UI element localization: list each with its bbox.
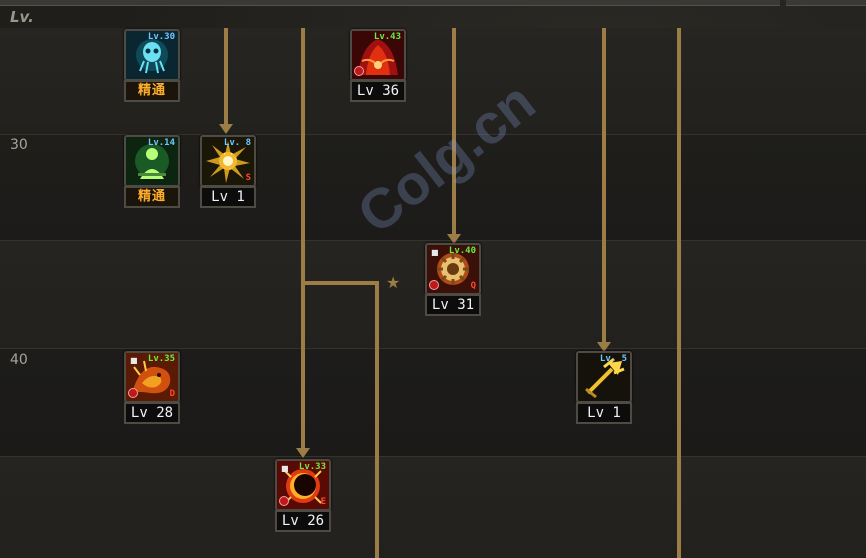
requirement-marker-icon <box>354 66 364 76</box>
red-flame-icon[interactable]: Lv.43 <box>350 29 406 81</box>
lock-icon: ■ <box>130 356 138 365</box>
skill-level-tag: Lv.30 <box>147 32 175 42</box>
skill-link-arrow <box>296 448 310 458</box>
skill-mastery-label: 精通 <box>124 186 180 208</box>
link-star-icon: ★ <box>386 273 401 292</box>
row-level-label-30: 30 <box>10 137 28 153</box>
requirement-marker-icon <box>128 388 138 398</box>
skill-link-line <box>602 28 606 342</box>
skill-link-line <box>375 281 379 558</box>
skill-level-tag: Lv. 5 <box>599 354 627 364</box>
skill-level-caption: Lv 36 <box>350 80 406 102</box>
skill-slot[interactable]: Lv. 8 S Lv 1 <box>200 135 256 208</box>
cogwheel-icon[interactable]: ■ Lv.40 Q <box>425 243 481 295</box>
skill-link-arrow <box>219 124 233 134</box>
skill-slot[interactable]: ■ Lv.40 Q Lv 31 <box>425 243 481 316</box>
row-divider <box>0 456 866 457</box>
skill-link-line <box>677 28 681 558</box>
tree-row-band <box>0 456 866 558</box>
skill-hotkey: Q <box>470 281 476 291</box>
fire-dragon-icon[interactable]: ■ Lv.35 D <box>124 351 180 403</box>
skill-level-caption: Lv 28 <box>124 402 180 424</box>
level-column-header: Lv. <box>10 8 34 26</box>
skill-tree-panel: Lv. 30 40 ★ Lv.30 精通 Lv.14 精通 Lv. 8 S Lv… <box>0 0 866 558</box>
skill-slot[interactable]: Lv.14 精通 <box>124 135 180 208</box>
skill-mastery-label: 精通 <box>124 80 180 102</box>
skill-slot[interactable]: Lv.43 Lv 36 <box>350 29 406 102</box>
skill-level-tag: Lv.35 <box>147 354 175 364</box>
skill-level-tag: Lv.43 <box>373 32 401 42</box>
skill-level-tag: Lv.14 <box>147 138 175 148</box>
skill-level-tag: Lv.33 <box>298 462 326 472</box>
requirement-marker-icon <box>429 280 439 290</box>
skill-level-caption: Lv 31 <box>425 294 481 316</box>
skill-link-line <box>301 28 305 448</box>
skill-hotkey: D <box>169 389 175 399</box>
top-frame-button[interactable] <box>786 0 866 6</box>
blue-ghost-icon[interactable]: Lv.30 <box>124 29 180 81</box>
green-silhouette-icon[interactable]: Lv.14 <box>124 135 180 187</box>
golden-burst-icon[interactable]: Lv. 8 S <box>200 135 256 187</box>
lock-icon: ■ <box>281 464 289 473</box>
skill-slot[interactable]: Lv. 5 Lv 1 <box>576 351 632 424</box>
row-level-label-40: 40 <box>10 352 28 368</box>
skill-link-line <box>224 28 228 124</box>
row-divider <box>0 240 866 241</box>
skill-level-tag: Lv. 8 <box>223 138 251 148</box>
skill-link-line <box>301 281 379 285</box>
skill-hotkey: E <box>320 497 326 507</box>
top-frame-bar <box>0 0 780 6</box>
lock-icon: ■ <box>431 248 439 257</box>
skill-level-caption: Lv 1 <box>200 186 256 208</box>
skill-slot[interactable]: Lv.30 精通 <box>124 29 180 102</box>
skill-slot[interactable]: ■ Lv.35 D Lv 28 <box>124 351 180 424</box>
row-divider <box>0 348 866 349</box>
skill-slot[interactable]: ■ Lv.33 E Lv 26 <box>275 459 331 532</box>
golden-trident-icon[interactable]: Lv. 5 <box>576 351 632 403</box>
skill-level-caption: Lv 1 <box>576 402 632 424</box>
skill-level-tag: Lv.40 <box>448 246 476 256</box>
skill-hotkey: S <box>245 173 251 183</box>
skill-level-caption: Lv 26 <box>275 510 331 532</box>
eclipse-icon[interactable]: ■ Lv.33 E <box>275 459 331 511</box>
requirement-marker-icon <box>279 496 289 506</box>
